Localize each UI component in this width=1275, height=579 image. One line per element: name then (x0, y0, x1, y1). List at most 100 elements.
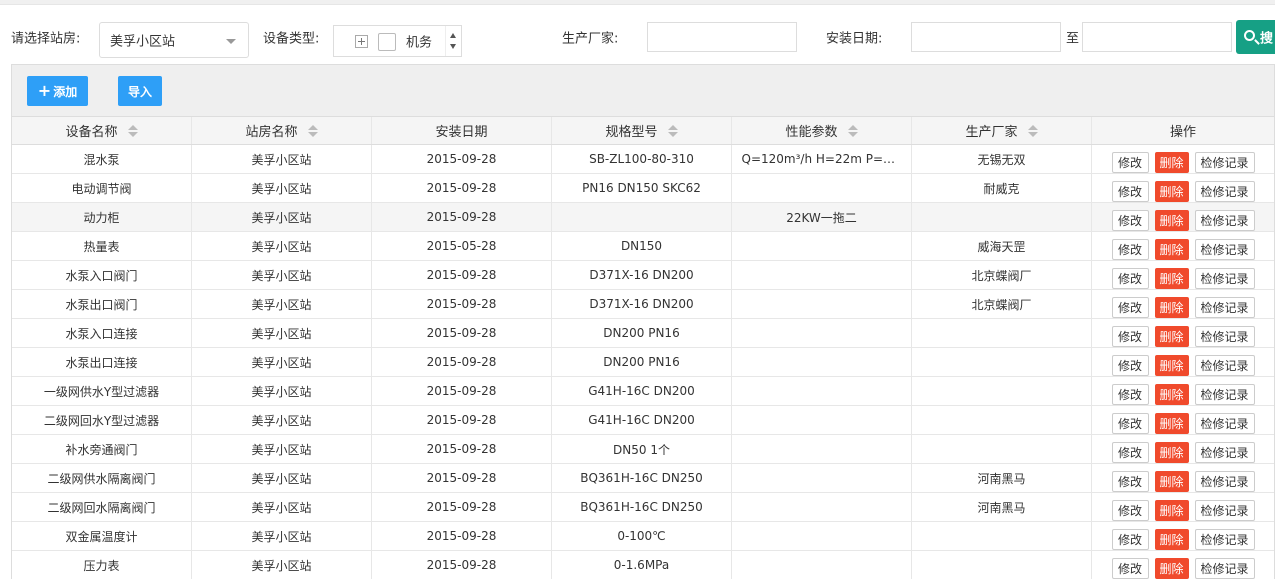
maintenance-log-button[interactable]: 检修记录 (1194, 557, 1255, 579)
delete-button[interactable]: 删除 (1154, 296, 1189, 318)
edit-button[interactable]: 修改 (1111, 325, 1149, 347)
cell-actions: 修改 删除 检修记录 (1092, 232, 1274, 260)
cell-model: G41H-16C DN200 (552, 406, 732, 434)
edit-button[interactable]: 修改 (1111, 470, 1149, 492)
delete-button[interactable]: 删除 (1154, 383, 1189, 405)
type-spinner[interactable] (445, 26, 461, 56)
maintenance-log-button[interactable]: 检修记录 (1194, 151, 1255, 173)
date-to-input[interactable] (1082, 22, 1232, 52)
cell-params (732, 290, 912, 318)
type-checkbox[interactable] (378, 33, 396, 51)
edit-button[interactable]: 修改 (1111, 557, 1149, 579)
date-from-input[interactable] (911, 22, 1061, 52)
type-select[interactable]: 机务 (333, 25, 462, 57)
cell-params (732, 493, 912, 521)
col-header-params[interactable]: 性能参数 (732, 117, 912, 144)
maintenance-log-button[interactable]: 检修记录 (1194, 209, 1255, 231)
cell-station: 美孚小区站 (192, 290, 372, 318)
sort-icon[interactable] (1027, 124, 1038, 137)
delete-button[interactable]: 删除 (1154, 354, 1189, 376)
maintenance-log-button[interactable]: 检修记录 (1194, 441, 1255, 463)
maintenance-log-button[interactable]: 检修记录 (1194, 325, 1255, 347)
edit-button[interactable]: 修改 (1111, 528, 1149, 550)
table-row: 热量表 美孚小区站 2015-05-28 DN150 威海天罡 修改 删除 检修记录 (12, 232, 1274, 261)
col-header-station[interactable]: 站房名称 (192, 117, 372, 144)
maintenance-log-button[interactable]: 检修记录 (1194, 412, 1255, 434)
edit-button[interactable]: 修改 (1111, 151, 1149, 173)
col-header-name[interactable]: 设备名称 (12, 117, 192, 144)
edit-button[interactable]: 修改 (1111, 180, 1149, 202)
edit-button[interactable]: 修改 (1111, 296, 1149, 318)
sort-icon[interactable] (847, 124, 858, 137)
delete-button[interactable]: 删除 (1154, 151, 1189, 173)
col-header-model[interactable]: 规格型号 (552, 117, 732, 144)
row-actions: 修改 删除 检修记录 (1111, 523, 1255, 550)
delete-button[interactable]: 删除 (1154, 238, 1189, 260)
delete-button[interactable]: 删除 (1154, 557, 1189, 579)
delete-button[interactable]: 删除 (1154, 267, 1189, 289)
edit-button[interactable]: 修改 (1111, 412, 1149, 434)
spin-up-icon[interactable] (450, 33, 456, 38)
table-row: 二级网回水隔离阀门 美孚小区站 2015-09-28 BQ361H-16C DN250… (12, 493, 1274, 522)
delete-button[interactable]: 删除 (1154, 499, 1189, 521)
cell-model: DN200 PN16 (552, 319, 732, 347)
maintenance-log-button[interactable]: 检修记录 (1194, 354, 1255, 376)
row-actions: 修改 删除 检修记录 (1111, 175, 1255, 202)
sort-icon[interactable] (667, 124, 678, 137)
cell-date: 2015-09-28 (372, 377, 552, 405)
cell-name: 水泵出口阀门 (12, 290, 192, 318)
table-row: 水泵入口阀门 美孚小区站 2015-09-28 D371X-16 DN200 北京蝶阀厂… (12, 261, 1274, 290)
maintenance-log-button[interactable]: 检修记录 (1194, 180, 1255, 202)
delete-button[interactable]: 删除 (1154, 441, 1189, 463)
col-header-manufacturer[interactable]: 生产厂家 (912, 117, 1092, 144)
maintenance-log-button[interactable]: 检修记录 (1194, 470, 1255, 492)
delete-button[interactable]: 删除 (1154, 180, 1189, 202)
edit-button[interactable]: 修改 (1111, 354, 1149, 376)
cell-actions: 修改 删除 检修记录 (1092, 290, 1274, 318)
cell-name: 双金属温度计 (12, 522, 192, 550)
date-to-label: 至 (1066, 31, 1080, 47)
table-row: 二级网回水Y型过滤器 美孚小区站 2015-09-28 G41H-16C DN200 修… (12, 406, 1274, 435)
import-button[interactable]: 导入 (118, 76, 162, 106)
cell-manufacturer: 河南黑马 (912, 464, 1092, 492)
maintenance-log-button[interactable]: 检修记录 (1194, 296, 1255, 318)
plus-icon: + (37, 81, 52, 100)
edit-button[interactable]: 修改 (1111, 441, 1149, 463)
edit-button[interactable]: 修改 (1111, 209, 1149, 231)
delete-button[interactable]: 删除 (1154, 325, 1189, 347)
cell-model: 0-100℃ (552, 522, 732, 550)
cell-date: 2015-09-28 (372, 406, 552, 434)
cell-name: 动力柜 (12, 203, 192, 231)
spin-down-icon[interactable] (450, 44, 456, 49)
manufacturer-input[interactable] (647, 22, 797, 52)
delete-button[interactable]: 删除 (1154, 470, 1189, 492)
cell-name: 热量表 (12, 232, 192, 260)
maintenance-log-button[interactable]: 检修记录 (1194, 238, 1255, 260)
edit-button[interactable]: 修改 (1111, 238, 1149, 260)
maintenance-log-button[interactable]: 检修记录 (1194, 528, 1255, 550)
maintenance-log-button[interactable]: 检修记录 (1194, 267, 1255, 289)
type-select-value: 机务 (406, 35, 433, 51)
cell-manufacturer: 河南黑马 (912, 493, 1092, 521)
cell-date: 2015-09-28 (372, 145, 552, 173)
cell-actions: 修改 删除 检修记录 (1092, 319, 1274, 347)
cell-manufacturer: 威海天罡 (912, 232, 1092, 260)
edit-button[interactable]: 修改 (1111, 499, 1149, 521)
delete-button[interactable]: 删除 (1154, 209, 1189, 231)
maintenance-log-button[interactable]: 检修记录 (1194, 499, 1255, 521)
sort-icon[interactable] (127, 124, 138, 137)
edit-button[interactable]: 修改 (1111, 267, 1149, 289)
sort-icon[interactable] (307, 124, 318, 137)
row-actions: 修改 删除 检修记录 (1111, 291, 1255, 318)
expand-icon[interactable] (355, 35, 368, 48)
delete-button[interactable]: 删除 (1154, 412, 1189, 434)
search-button[interactable]: 搜 (1236, 20, 1275, 54)
cell-model: DN150 (552, 232, 732, 260)
maintenance-log-button[interactable]: 检修记录 (1194, 383, 1255, 405)
edit-button[interactable]: 修改 (1111, 383, 1149, 405)
cell-station: 美孚小区站 (192, 232, 372, 260)
cell-params (732, 174, 912, 202)
delete-button[interactable]: 删除 (1154, 528, 1189, 550)
station-select[interactable]: 美孚小区站 (99, 22, 249, 58)
add-button[interactable]: + 添加 (27, 76, 88, 106)
